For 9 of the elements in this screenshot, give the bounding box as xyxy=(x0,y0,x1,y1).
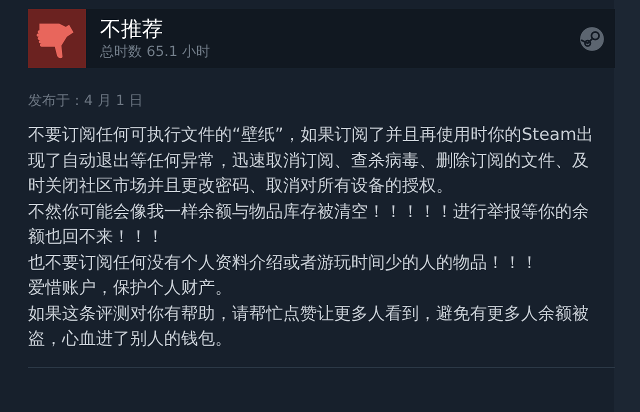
review-paragraph: 不然你可能会像我一样余额与物品库存被清空！！！！！进行举报等你的余额也回不来！！！ xyxy=(28,200,590,249)
steam-logo-icon xyxy=(579,26,605,52)
posted-date: 发布于：4 月 1 日 xyxy=(28,92,144,111)
review-paragraph: 也不要订阅任何没有个人资料介绍或者游玩时间少的人的物品！！！ xyxy=(28,252,539,274)
playtime-text: 总时数 65.1 小时 xyxy=(100,42,212,62)
review-paragraph: 不要订阅任何可执行文件的“壁纸”，如果订阅了并且再使用时你的Steam出现了自动退出等任何异常，迅速取消订阅、查杀病毒、删除订阅的文件、及时关闭社区市场并且更改密码、取消对所有设备的授权。 xyxy=(28,124,595,198)
review-paragraph: 如果这条评测对你有帮助，请帮忙点赞让更多人看到，避免有更多人余额被盗，心血进了别人的钱包。 xyxy=(28,302,590,351)
review-verdict: 不推荐 xyxy=(100,16,164,42)
review-paragraph: 爱惜账户，保护个人财产。 xyxy=(28,277,233,300)
